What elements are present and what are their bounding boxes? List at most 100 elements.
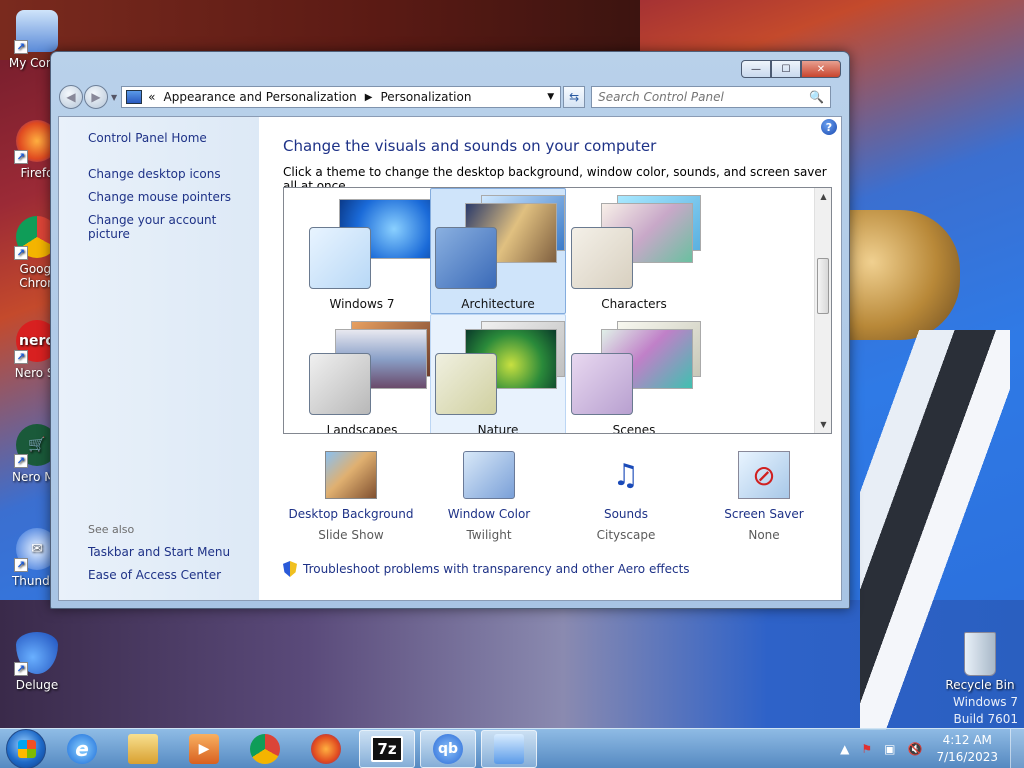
system-clock[interactable]: 4:12 AM 7/16/2023 [936, 732, 998, 766]
show-hidden-icons-icon[interactable]: ▲ [840, 742, 849, 756]
theme-list-scrollbar[interactable]: ▲ ▼ [814, 188, 831, 433]
address-bar[interactable]: « Appearance and Personalization ▶ Perso… [121, 86, 562, 108]
window-color-link[interactable]: Window Color [419, 507, 559, 521]
volume-muted-icon[interactable]: 🔇 [908, 742, 923, 756]
caption-buttons: — ☐ ✕ [741, 60, 841, 78]
theme-list: Windows 7 Architecture Characters Landsc… [283, 187, 832, 434]
folder-icon [128, 733, 158, 764]
desktop-background-icon [325, 451, 377, 499]
breadcrumb-appearance[interactable]: Appearance and Personalization [164, 90, 357, 104]
see-also-header: See also [88, 523, 135, 536]
theme-name: Nature [477, 423, 519, 434]
sounds-icon: ♫ [612, 457, 640, 493]
breadcrumb-personalization[interactable]: Personalization [380, 90, 471, 104]
taskbar-7zip[interactable]: 7z [359, 729, 415, 768]
desktop-background-value: Slide Show [318, 528, 384, 542]
media-player-icon: ▶ [189, 733, 219, 764]
desktop-background-setting[interactable]: Desktop Background Slide Show [281, 451, 421, 542]
left-navigation-pane: Control Panel Home Change desktop icons … [59, 117, 259, 600]
scroll-up-icon[interactable]: ▲ [815, 188, 831, 205]
desktop-icon-recycle-bin[interactable]: Recycle Bin [940, 632, 1020, 692]
aero-troubleshoot-text[interactable]: Troubleshoot problems with transparency … [303, 562, 690, 576]
window-color-setting[interactable]: Window Color Twilight [419, 451, 559, 542]
theme-architecture[interactable]: Architecture [430, 188, 566, 314]
sounds-setting[interactable]: ♫ Sounds Cityscape [556, 451, 696, 543]
change-mouse-pointers-link[interactable]: Change mouse pointers [88, 190, 259, 204]
window-content: Control Panel Home Change desktop icons … [58, 116, 842, 601]
desktop-icon-deluge[interactable]: ↗ Deluge [2, 632, 72, 692]
window-color-value: Twilight [466, 528, 512, 542]
refresh-icon: ⇆ [569, 90, 580, 104]
theme-characters[interactable]: Characters [566, 188, 702, 314]
shield-icon [283, 561, 297, 577]
qbittorrent-icon: qb [433, 733, 463, 764]
show-desktop-button[interactable] [1010, 728, 1024, 768]
theme-landscapes[interactable]: Landscapes [294, 314, 435, 434]
internet-explorer-icon: e [67, 733, 97, 764]
help-icon[interactable]: ? [821, 119, 837, 135]
change-desktop-icons-link[interactable]: Change desktop icons [88, 167, 259, 181]
theme-scenes[interactable]: Scenes [566, 314, 702, 434]
theme-nature[interactable]: Nature [430, 314, 566, 434]
taskbar-qbittorrent[interactable]: qb [420, 729, 476, 768]
screen-saver-link[interactable]: Screen Saver [694, 507, 834, 521]
minimize-button[interactable]: — [741, 60, 771, 78]
ease-of-access-link[interactable]: Ease of Access Center [88, 568, 230, 582]
start-button[interactable] [6, 728, 46, 768]
screen-saver-setting[interactable]: ⊘ Screen Saver None [694, 451, 834, 542]
windows-watermark: Windows 7 Build 7601 [952, 695, 1018, 726]
maximize-button[interactable]: ☐ [771, 60, 801, 78]
personalization-window: — ☐ ✕ ◀ ▶ ▼ « Appearance and Personaliza… [50, 51, 850, 609]
action-center-flag-icon[interactable]: ⚑ [861, 742, 872, 756]
sounds-link[interactable]: Sounds [556, 507, 696, 521]
search-box[interactable]: 🔍 [591, 86, 832, 108]
network-icon[interactable]: ▣ [884, 742, 895, 756]
taskbar-start-menu-link[interactable]: Taskbar and Start Menu [88, 545, 230, 559]
7zip-icon: 7z [371, 735, 403, 762]
back-button[interactable]: ◀ [59, 85, 83, 109]
computer-icon: ↗ [14, 10, 58, 54]
taskbar-internet-explorer[interactable]: e [54, 730, 110, 768]
system-tray: ▲ ⚑ ▣ 🔇 4:12 AM 7/16/2023 [834, 728, 1024, 768]
chrome-icon [250, 733, 280, 764]
breadcrumb-separator-icon[interactable]: ▶ [365, 92, 373, 103]
scroll-down-icon[interactable]: ▼ [815, 416, 831, 433]
forward-button[interactable]: ▶ [84, 85, 108, 109]
refresh-button[interactable]: ⇆ [563, 86, 586, 108]
screen-saver-value: None [748, 528, 780, 542]
desktop-background-link[interactable]: Desktop Background [281, 507, 421, 521]
navigation-bar: ◀ ▶ ▼ « Appearance and Personalization ▶… [59, 84, 841, 110]
theme-name: Windows 7 [329, 297, 395, 311]
control-panel-icon [494, 733, 524, 764]
recent-pages-dropdown[interactable]: ▼ [111, 93, 117, 102]
search-icon[interactable]: 🔍 [809, 90, 824, 104]
theme-name: Characters [601, 297, 667, 311]
taskbar-chrome[interactable] [237, 730, 293, 768]
address-overflow[interactable]: « [148, 90, 155, 104]
page-title: Change the visuals and sounds on your co… [283, 137, 657, 155]
theme-windows-7[interactable]: Windows 7 [294, 188, 431, 314]
taskbar-firefox[interactable] [298, 730, 354, 768]
firefox-icon [311, 733, 341, 764]
screen-saver-icon: ⊘ [738, 451, 790, 499]
address-dropdown-icon[interactable]: ▼ [541, 92, 560, 102]
theme-name: Architecture [461, 297, 535, 311]
forward-arrow-icon: ▶ [91, 90, 101, 104]
control-panel-home-link[interactable]: Control Panel Home [88, 131, 259, 145]
change-account-picture-link[interactable]: Change your account picture [88, 213, 259, 241]
clock-date: 7/16/2023 [936, 749, 998, 764]
taskbar-media-player[interactable]: ▶ [176, 730, 232, 768]
taskbar-control-panel[interactable] [481, 729, 537, 768]
aero-troubleshoot-link[interactable]: Troubleshoot problems with transparency … [283, 561, 690, 577]
deluge-icon: ↗ [14, 632, 58, 676]
theme-name: Landscapes [326, 423, 398, 434]
close-button[interactable]: ✕ [801, 60, 841, 78]
theme-name: Scenes [612, 423, 656, 434]
control-panel-icon [126, 90, 143, 104]
search-input[interactable] [598, 90, 810, 104]
sounds-value: Cityscape [596, 528, 656, 542]
window-color-icon [463, 451, 515, 499]
see-also-section: See also Taskbar and Start Menu Ease of … [88, 523, 230, 591]
scroll-thumb[interactable] [817, 258, 829, 314]
taskbar-explorer[interactable] [115, 730, 171, 768]
